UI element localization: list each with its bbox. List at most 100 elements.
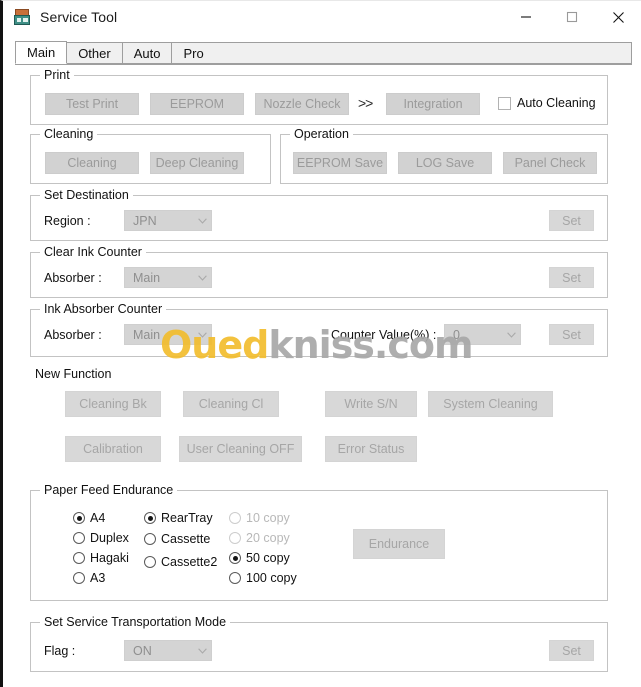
close-icon[interactable] <box>595 1 641 33</box>
ink-absorber-counter-group-label: Ink Absorber Counter <box>40 302 167 316</box>
radio-icon <box>144 512 156 524</box>
clear-ink-counter-set-button[interactable]: Set <box>549 267 594 288</box>
eeprom-save-button[interactable]: EEPROM Save <box>293 152 387 174</box>
ink-absorber-counter-group: Ink Absorber Counter Absorber : Main Cou… <box>30 302 608 357</box>
error-status-button[interactable]: Error Status <box>325 436 417 462</box>
chevron-down-icon <box>502 331 520 338</box>
set-service-transportation-mode-group: Set Service Transportation Mode Flag : O… <box>30 615 608 672</box>
radio-source-cassette[interactable]: Cassette <box>144 532 210 546</box>
clear-ink-counter-group-label: Clear Ink Counter <box>40 245 146 259</box>
operation-group-label: Operation <box>290 127 353 141</box>
test-print-button[interactable]: Test Print <box>45 93 139 115</box>
radio-icon <box>229 512 241 524</box>
counter-value-display: 0 <box>453 327 460 342</box>
eeprom-button[interactable]: EEPROM <box>150 93 244 115</box>
flag-label: Flag : <box>44 644 76 658</box>
log-save-button[interactable]: LOG Save <box>398 152 492 174</box>
radio-source-cassette2-label: Cassette2 <box>161 555 218 569</box>
printer-icon <box>14 9 30 25</box>
deep-cleaning-button[interactable]: Deep Cleaning <box>150 152 244 174</box>
radio-icon <box>73 552 85 564</box>
radio-icon <box>144 533 156 545</box>
radio-icon <box>73 572 85 584</box>
cleaning-bk-button[interactable]: Cleaning Bk <box>65 391 161 417</box>
write-sn-button[interactable]: Write S/N <box>325 391 417 417</box>
cleaning-cl-button[interactable]: Cleaning Cl <box>183 391 279 417</box>
radio-paper-a3-label: A3 <box>90 571 106 585</box>
window-controls <box>503 1 641 33</box>
nozzle-check-button[interactable]: Nozzle Check <box>255 93 349 115</box>
radio-source-cassette-label: Cassette <box>161 532 211 546</box>
ink-absorber-select[interactable]: Main <box>124 324 212 345</box>
counter-value-select[interactable]: 0 <box>444 324 521 345</box>
radio-copies-20[interactable]: 20 copy <box>229 531 290 545</box>
region-select[interactable]: JPN <box>124 210 212 231</box>
radio-source-cassette2[interactable]: Cassette2 <box>144 555 217 569</box>
radio-paper-duplex[interactable]: Duplex <box>73 531 129 545</box>
print-group: Print Test Print EEPROM Nozzle Check >> … <box>30 68 608 125</box>
cleaning-group-label: Cleaning <box>40 127 98 141</box>
paper-feed-endurance-group: Paper Feed Endurance A4 Duplex Hagaki A3… <box>30 483 608 601</box>
tab-other[interactable]: Other <box>66 42 123 64</box>
user-cleaning-off-button[interactable]: User Cleaning OFF <box>179 436 302 462</box>
chevron-double-right-icon: >> <box>358 95 373 111</box>
radio-paper-a3[interactable]: A3 <box>73 571 105 585</box>
panel-check-button[interactable]: Panel Check <box>503 152 597 174</box>
transportation-mode-set-button[interactable]: Set <box>549 640 594 661</box>
set-destination-set-button[interactable]: Set <box>549 210 594 231</box>
tab-strip-filler <box>214 42 632 64</box>
radio-copies-10[interactable]: 10 copy <box>229 511 290 525</box>
clear-ink-absorber-value: Main <box>133 270 161 285</box>
cleaning-group: Cleaning Cleaning Deep Cleaning <box>30 127 271 184</box>
radio-icon <box>229 572 241 584</box>
calibration-button[interactable]: Calibration <box>65 436 161 462</box>
auto-cleaning-label: Auto Cleaning <box>517 96 596 110</box>
radio-paper-hagaki-label: Hagaki <box>90 551 129 565</box>
paper-feed-endurance-group-label: Paper Feed Endurance <box>40 483 178 497</box>
clear-ink-counter-group: Clear Ink Counter Absorber : Main Set <box>30 245 608 298</box>
radio-paper-a4-label: A4 <box>90 511 106 525</box>
tab-pro[interactable]: Pro <box>171 42 216 64</box>
radio-copies-100[interactable]: 100 copy <box>229 571 297 585</box>
print-group-label: Print <box>40 68 74 82</box>
maximize-icon[interactable] <box>549 1 595 33</box>
auto-cleaning-checkbox-row[interactable]: Auto Cleaning <box>498 96 596 110</box>
radio-icon <box>144 556 156 568</box>
radio-paper-a4[interactable]: A4 <box>73 511 105 525</box>
clear-ink-absorber-select[interactable]: Main <box>124 267 212 288</box>
ink-absorber-label: Absorber : <box>44 328 102 342</box>
radio-paper-hagaki[interactable]: Hagaki <box>73 551 129 565</box>
chevron-down-icon <box>193 217 211 224</box>
tab-auto[interactable]: Auto <box>121 42 173 64</box>
radio-paper-duplex-label: Duplex <box>90 531 129 545</box>
radio-copies-50-label: 50 copy <box>246 551 290 565</box>
minimize-icon[interactable] <box>503 1 549 33</box>
chevron-down-icon <box>193 331 211 338</box>
auto-cleaning-checkbox[interactable] <box>498 96 511 110</box>
region-select-value: JPN <box>133 213 157 228</box>
endurance-button[interactable]: Endurance <box>353 529 445 559</box>
cleaning-button[interactable]: Cleaning <box>45 152 139 174</box>
counter-value-label: Counter Value(%) : <box>331 328 437 342</box>
radio-icon <box>73 512 85 524</box>
chevron-down-icon <box>193 647 211 654</box>
radio-copies-100-label: 100 copy <box>246 571 297 585</box>
ink-absorber-value: Main <box>133 327 161 342</box>
service-tool-window: Service Tool Main Other Auto Pro Print T… <box>0 0 641 687</box>
radio-copies-50[interactable]: 50 copy <box>229 551 290 565</box>
set-destination-group: Set Destination Region : JPN Set <box>30 188 608 241</box>
tab-main[interactable]: Main <box>15 41 68 64</box>
ink-absorber-counter-set-button[interactable]: Set <box>549 324 594 345</box>
window-title: Service Tool <box>40 9 118 25</box>
flag-select[interactable]: ON <box>124 640 212 661</box>
region-label: Region : <box>44 214 91 228</box>
radio-source-reartray[interactable]: RearTray <box>144 511 213 525</box>
set-destination-group-label: Set Destination <box>40 188 133 202</box>
radio-copies-10-label: 10 copy <box>246 511 290 525</box>
system-cleaning-button[interactable]: System Cleaning <box>428 391 553 417</box>
radio-copies-20-label: 20 copy <box>246 531 290 545</box>
integration-button[interactable]: Integration <box>386 93 480 115</box>
radio-icon <box>73 532 85 544</box>
new-function-label: New Function <box>35 367 112 381</box>
radio-icon <box>229 552 241 564</box>
